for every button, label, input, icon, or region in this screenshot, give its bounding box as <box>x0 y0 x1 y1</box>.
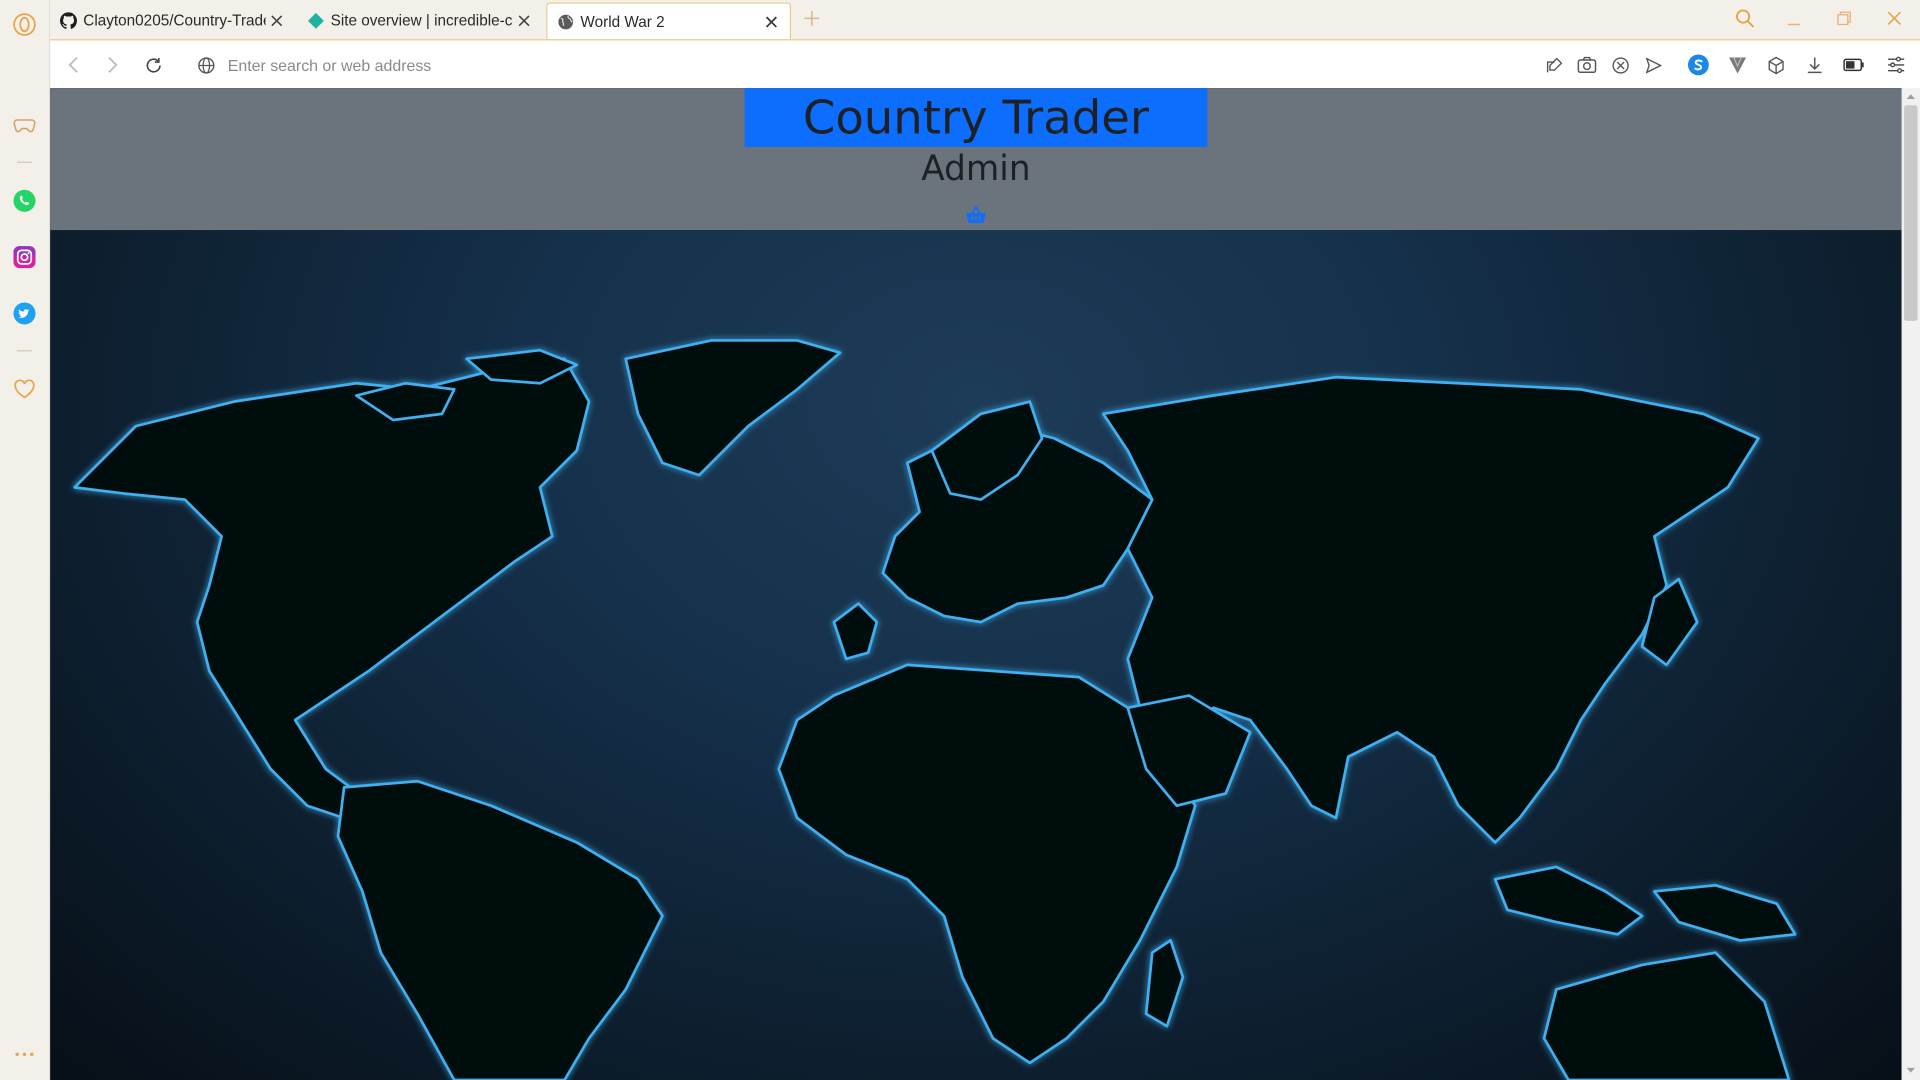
github-icon <box>60 12 77 29</box>
site-title: Country Trader <box>802 90 1150 145</box>
heart-icon[interactable] <box>11 376 38 403</box>
whatsapp-icon[interactable] <box>11 187 38 214</box>
tab-title: Clayton0205/Country-Trade <box>83 12 266 30</box>
scroll-up-icon[interactable] <box>1906 93 1916 100</box>
site-title-box[interactable]: Country Trader <box>744 88 1208 147</box>
globe-icon <box>557 13 574 30</box>
plus-icon[interactable] <box>798 5 825 32</box>
send-icon[interactable] <box>1641 53 1665 77</box>
camera-icon[interactable] <box>1575 53 1599 77</box>
browser-sidebar <box>0 0 51 1080</box>
restore-icon[interactable] <box>1831 5 1858 32</box>
more-icon[interactable] <box>11 1041 38 1068</box>
admin-label: Admin <box>921 148 1031 189</box>
tab-world-war-2[interactable]: World War 2 <box>546 2 792 40</box>
page-scrollbar[interactable] <box>1901 88 1920 1080</box>
world-map-image <box>73 339 1797 1080</box>
cube-icon[interactable] <box>1763 53 1787 77</box>
reload-icon[interactable] <box>140 51 167 78</box>
shopping-basket-icon[interactable] <box>965 205 987 226</box>
adblock-icon[interactable] <box>1608 53 1632 77</box>
close-tab-icon[interactable] <box>760 10 782 32</box>
world-map-background <box>50 230 1902 1080</box>
tab-github[interactable]: Clayton0205/Country-Trade <box>50 2 295 39</box>
globe-icon <box>197 56 215 74</box>
twitter-icon[interactable] <box>11 300 38 327</box>
battery-saver-icon[interactable] <box>1842 53 1866 77</box>
navigation-toolbar <box>50 39 1920 89</box>
extension-v-icon[interactable] <box>1725 53 1749 77</box>
netlify-diamond-icon <box>307 12 324 29</box>
close-tab-icon[interactable] <box>513 10 535 32</box>
game-controller-icon[interactable] <box>11 111 38 138</box>
scroll-thumb[interactable] <box>1904 105 1918 321</box>
page-viewport: Country Trader Admin <box>50 88 1902 1080</box>
download-icon[interactable] <box>1802 53 1826 77</box>
tab-bar: Clayton0205/Country-Trade Site overview … <box>50 0 1920 40</box>
minimize-icon[interactable] <box>1780 5 1807 32</box>
tab-title: Site overview | incredible-c <box>330 12 513 30</box>
back-icon[interactable] <box>60 51 87 78</box>
tab-site-overview[interactable]: Site overview | incredible-c <box>298 2 543 39</box>
close-tab-icon[interactable] <box>266 10 288 32</box>
close-window-icon[interactable] <box>1881 5 1908 32</box>
instagram-icon[interactable] <box>11 244 38 271</box>
scroll-down-icon[interactable] <box>1906 1067 1916 1074</box>
edit-page-icon[interactable] <box>1542 53 1566 77</box>
browser-logo-icon[interactable] <box>11 11 38 38</box>
address-bar[interactable] <box>178 47 1513 84</box>
forward-icon[interactable] <box>99 51 126 78</box>
settings-menu-icon[interactable] <box>1883 53 1907 77</box>
page-header: Country Trader Admin <box>50 88 1902 231</box>
search-tabs-icon[interactable] <box>1731 5 1758 32</box>
address-input[interactable] <box>227 55 1085 75</box>
extension-s-icon[interactable] <box>1686 53 1710 77</box>
tab-title: World War 2 <box>580 12 665 31</box>
